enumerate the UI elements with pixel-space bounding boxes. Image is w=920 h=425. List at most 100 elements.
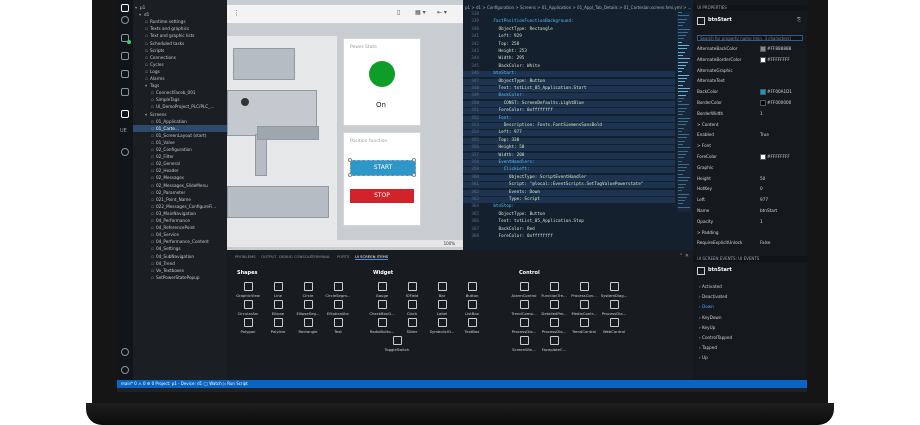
- align-icon[interactable]: ⇤ ▾: [437, 9, 447, 16]
- explorer-item[interactable]: ▫ 03_MainNavigation: [133, 210, 227, 217]
- panel-controls[interactable]: ⌃ ✕: [679, 253, 689, 259]
- shapes-item[interactable]: Ellipse: [263, 300, 293, 316]
- explorer-item[interactable]: ▫ Scheduled tasks: [133, 40, 227, 47]
- zoom-level[interactable]: 100%: [444, 241, 455, 246]
- control-item[interactable]: AlarmControl: [509, 282, 539, 298]
- explorer-item[interactable]: ▫ Texts and graphics: [133, 25, 227, 32]
- explorer-item[interactable]: ▫ 02_Parameter: [133, 189, 227, 196]
- code-line[interactable]: 354 Left: 977: [463, 130, 675, 137]
- explorer-item[interactable]: ▫ 02_Header: [133, 167, 227, 174]
- property-row[interactable]: > Content: [693, 121, 807, 128]
- explorer-item[interactable]: ▾ Tags: [133, 82, 227, 89]
- property-value[interactable]: True: [760, 131, 769, 138]
- property-value[interactable]: 0: [760, 185, 763, 192]
- shapes-item[interactable]: EllipticalArc: [323, 300, 353, 316]
- event-item[interactable]: › Tapped: [699, 345, 717, 350]
- property-value[interactable]: 1: [760, 218, 763, 225]
- explorer-item[interactable]: ▫ Scripts: [133, 47, 227, 54]
- property-value[interactable]: 1: [760, 110, 763, 117]
- property-row[interactable]: RequireExplicitUnlock False: [693, 239, 807, 246]
- widget-item[interactable]: Label: [427, 300, 457, 316]
- code-line[interactable]: 349 BackColor:: [463, 93, 675, 100]
- shapes-item[interactable]: EllipseSeg...: [293, 300, 323, 316]
- code-line[interactable]: 363 Type: Script: [463, 197, 675, 203]
- hmi-icon[interactable]: [121, 110, 129, 118]
- gear-icon[interactable]: [121, 366, 129, 374]
- search-icon[interactable]: [121, 16, 129, 24]
- explorer-item[interactable]: ▫ 021_Point_Name: [133, 196, 227, 203]
- property-value[interactable]: #FF888888: [760, 45, 791, 52]
- code-line[interactable]: 366 Text: txtList_05_Application.Stop: [463, 219, 675, 225]
- code-line[interactable]: 346 btnStart:: [463, 71, 675, 78]
- package-icon[interactable]: [121, 88, 129, 96]
- widget-item[interactable]: ListBox: [457, 300, 487, 316]
- explorer-item[interactable]: ▫ SimpleTags: [133, 96, 227, 103]
- code-line[interactable]: 367 BackColor: Red: [463, 227, 675, 233]
- explorer-item[interactable]: ▫ 04_Performance_Content: [133, 238, 227, 245]
- breadcrumb[interactable]: p1 > d1 > Configuration > Screens > 01_A…: [465, 5, 692, 10]
- code-line[interactable]: 361 Script: "@local::EventScripts.SetTag…: [463, 182, 675, 189]
- code-line[interactable]: 339 FactPositionFunctionBackground:: [463, 19, 675, 25]
- code-line[interactable]: 353 Description: Fonts.FontSiemensSansBo…: [463, 123, 675, 129]
- panel-tab[interactable]: UI SCREEN ITEMS: [355, 254, 389, 260]
- control-item[interactable]: MediaContr...: [569, 300, 599, 316]
- event-item[interactable]: › Up: [699, 355, 708, 360]
- widget-item[interactable]: CheckBoxG...: [367, 300, 397, 316]
- explorer-item[interactable]: ▫ Logs: [133, 68, 227, 75]
- explorer-item[interactable]: ▫ 022_Messages_ConfigureFi...: [133, 203, 227, 210]
- code-line[interactable]: 362 Events: Down: [463, 189, 675, 196]
- explorer-item[interactable]: ▫ 01_ScreenLayout (start): [133, 132, 227, 139]
- color-swatch[interactable]: [760, 100, 766, 106]
- widget-item[interactable]: Clock: [397, 300, 427, 316]
- explorer-item[interactable]: ▫ Alarms: [133, 75, 227, 82]
- control-item[interactable]: ProcessDia...: [539, 318, 569, 334]
- code-line[interactable]: 341 Left: 929: [463, 34, 675, 40]
- code-line[interactable]: 350 CONST: ScreenDefaults.LightBlue: [463, 100, 675, 107]
- property-row[interactable]: AlternateBorderColor #FFFFFFFF: [693, 56, 807, 63]
- property-row[interactable]: AlternateGraphic: [693, 67, 807, 74]
- widget-item[interactable]: IOField: [397, 282, 427, 298]
- explorer-item[interactable]: ▫ UI_DemoProject_PLC/PLC_...: [133, 103, 227, 110]
- layout-icon[interactable]: ▯: [397, 9, 400, 16]
- control-item[interactable]: WebControl: [599, 318, 629, 334]
- property-value[interactable]: #FFFFFFFF: [760, 56, 790, 63]
- color-swatch[interactable]: [760, 56, 766, 63]
- code-line[interactable]: 359 ClickLeft:: [463, 167, 675, 174]
- explorer-item[interactable]: ▫ 02_Filter: [133, 153, 227, 160]
- control-item[interactable]: FunctionTre...: [539, 282, 569, 298]
- run-debug-icon[interactable]: [121, 52, 129, 60]
- property-row[interactable]: Enabled True: [693, 131, 807, 138]
- property-value[interactable]: False: [760, 239, 771, 246]
- code-line[interactable]: 343 Height: 253: [463, 49, 675, 55]
- minimap[interactable]: [677, 12, 691, 212]
- property-row[interactable]: AlternateText: [693, 77, 807, 84]
- code-editor[interactable]: p1 > d1 > Configuration > Screens > 01_A…: [463, 0, 693, 250]
- code-line[interactable]: 365 ObjectType: Button: [463, 212, 675, 218]
- code-line[interactable]: 360 ObjectType: ScriptEventHandler: [463, 174, 675, 181]
- start-button[interactable]: START: [350, 160, 416, 176]
- panel-tab[interactable]: PROBLEMS: [235, 254, 256, 259]
- code-line[interactable]: 338: [463, 12, 675, 18]
- code-line[interactable]: 342 Top: 258: [463, 42, 675, 48]
- code-line[interactable]: 345 BackColor: White: [463, 64, 675, 70]
- ue-icon[interactable]: UE: [120, 128, 127, 134]
- explorer-item[interactable]: ▾ d1: [133, 11, 227, 18]
- shapes-item[interactable]: Circle: [293, 282, 323, 298]
- property-row[interactable]: ForeColor #FFFFFFFF: [693, 153, 807, 160]
- account-icon[interactable]: [121, 348, 129, 356]
- panel-tab[interactable]: OUTPUT: [261, 254, 276, 259]
- property-row[interactable]: BorderColor #FF000000: [693, 99, 807, 106]
- property-row[interactable]: Height 50: [693, 175, 807, 182]
- code-line[interactable]: 344 Width: 295: [463, 56, 675, 62]
- property-value[interactable]: #FF000000: [760, 99, 791, 106]
- property-row[interactable]: > Font: [693, 142, 807, 149]
- color-swatch[interactable]: [760, 154, 766, 160]
- property-row[interactable]: Left 977: [693, 196, 807, 203]
- explorer-item[interactable]: ▫ 04_SubNavigation: [133, 253, 227, 260]
- property-row[interactable]: BackColor #FF00A1D1: [693, 88, 807, 96]
- event-item[interactable]: › Deactivated: [699, 294, 727, 299]
- control-item[interactable]: ScreenWin...: [509, 336, 539, 352]
- shapes-item[interactable]: CircleSegm...: [323, 282, 353, 298]
- stop-button[interactable]: STOP: [350, 189, 414, 203]
- code-line[interactable]: 356 Height: 50: [463, 145, 675, 152]
